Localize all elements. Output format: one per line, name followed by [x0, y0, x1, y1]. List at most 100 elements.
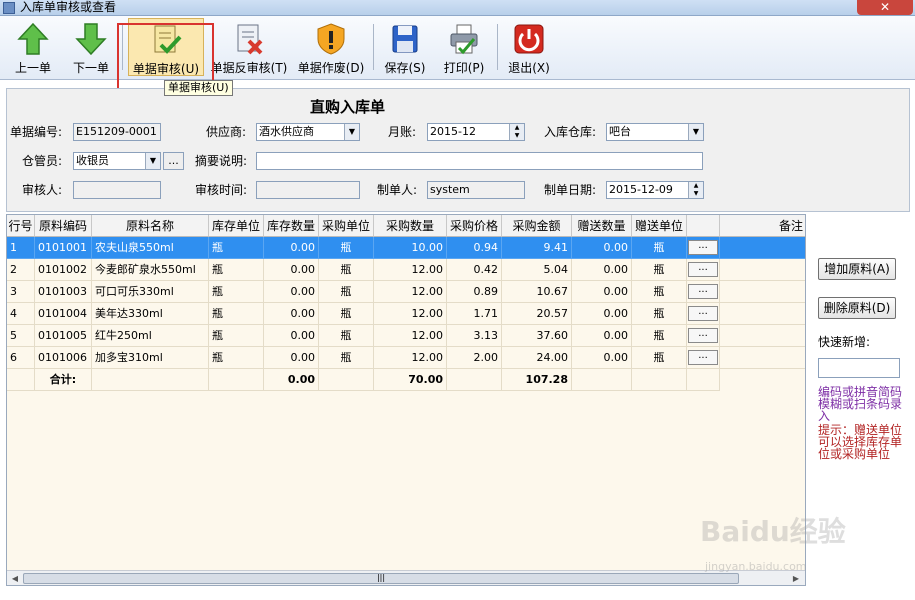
audit-time-field[interactable]: [256, 181, 360, 199]
price-cell[interactable]: 0.42: [447, 259, 502, 281]
close-button[interactable]: ✕: [857, 0, 913, 15]
name-cell[interactable]: 可口可乐330ml: [92, 281, 209, 303]
gift-unit-cell[interactable]: 瓶: [632, 347, 687, 369]
scroll-left-icon[interactable]: ◀: [8, 572, 22, 585]
purchase-qty-cell[interactable]: 12.00: [374, 281, 447, 303]
gift-qty-cell[interactable]: 0.00: [572, 347, 632, 369]
col-header-purchase-qty[interactable]: 采购数量: [374, 215, 447, 237]
stock-unit-cell[interactable]: 瓶: [209, 281, 264, 303]
col-header-amount[interactable]: 采购金额: [502, 215, 572, 237]
period-field[interactable]: 2015-12 ▲ ▼: [427, 123, 525, 141]
line-no-cell[interactable]: 2: [7, 259, 35, 281]
table-row[interactable]: 2 0101002 今麦郎矿泉水550ml 瓶 0.00 瓶 12.00 0.42 5.04 0.…: [7, 259, 805, 281]
table-row[interactable]: 1 0101001 农夫山泉550ml 瓶 0.00 瓶 10.00 0.94 9.41 0.00…: [7, 237, 805, 259]
name-cell[interactable]: 今麦郎矿泉水550ml: [92, 259, 209, 281]
price-cell[interactable]: 0.94: [447, 237, 502, 259]
gift-unit-cell[interactable]: 瓶: [632, 237, 687, 259]
line-no-cell[interactable]: 6: [7, 347, 35, 369]
creator-field[interactable]: system: [427, 181, 525, 199]
gift-qty-cell[interactable]: 0.00: [572, 281, 632, 303]
quick-add-input[interactable]: [818, 358, 900, 378]
purchase-unit-cell[interactable]: 瓶: [319, 281, 374, 303]
name-cell[interactable]: 农夫山泉550ml: [92, 237, 209, 259]
col-header-name[interactable]: 原料名称: [92, 215, 209, 237]
col-header-gift-qty[interactable]: 赠送数量: [572, 215, 632, 237]
col-header-gift-unit[interactable]: 赠送单位: [632, 215, 687, 237]
chevron-down-icon[interactable]: ▼: [344, 124, 359, 140]
row-more-button[interactable]: ...: [688, 284, 718, 299]
stock-unit-cell[interactable]: 瓶: [209, 347, 264, 369]
gift-qty-cell[interactable]: 0.00: [572, 303, 632, 325]
amount-cell[interactable]: 5.04: [502, 259, 572, 281]
gift-qty-cell[interactable]: 0.00: [572, 259, 632, 281]
auditor-field[interactable]: [73, 181, 161, 199]
col-header-line[interactable]: 行号: [7, 215, 35, 237]
row-more-button[interactable]: ...: [688, 306, 718, 321]
stock-unit-cell[interactable]: 瓶: [209, 259, 264, 281]
line-no-cell[interactable]: 1: [7, 237, 35, 259]
stock-qty-cell[interactable]: 0.00: [264, 237, 319, 259]
purchase-unit-cell[interactable]: 瓶: [319, 325, 374, 347]
code-cell[interactable]: 0101001: [35, 237, 92, 259]
purchase-qty-cell[interactable]: 10.00: [374, 237, 447, 259]
code-cell[interactable]: 0101006: [35, 347, 92, 369]
line-no-cell[interactable]: 3: [7, 281, 35, 303]
name-cell[interactable]: 红牛250ml: [92, 325, 209, 347]
purchase-qty-cell[interactable]: 12.00: [374, 259, 447, 281]
stock-unit-cell[interactable]: 瓶: [209, 303, 264, 325]
horizontal-scrollbar[interactable]: ◀ ||| ▶: [7, 570, 805, 585]
spin-arrows-icon[interactable]: ▲ ▼: [688, 182, 703, 198]
price-cell[interactable]: 0.89: [447, 281, 502, 303]
remark-cell[interactable]: [720, 325, 805, 347]
table-row[interactable]: 6 0101006 加多宝310ml 瓶 0.00 瓶 12.00 2.00 24.00 0.00…: [7, 347, 805, 369]
purchase-unit-cell[interactable]: 瓶: [319, 303, 374, 325]
supplier-select[interactable]: 酒水供应商 ▼: [256, 123, 360, 141]
keeper-more-button[interactable]: ...: [163, 152, 184, 170]
gift-unit-cell[interactable]: 瓶: [632, 281, 687, 303]
table-row[interactable]: 4 0101004 美年达330ml 瓶 0.00 瓶 12.00 1.71 20.57 0.00…: [7, 303, 805, 325]
action-cell[interactable]: ...: [687, 281, 720, 303]
unaudit-button[interactable]: 单据反审核(T): [210, 18, 288, 76]
gift-unit-cell[interactable]: 瓶: [632, 303, 687, 325]
col-header-remark[interactable]: 备注: [720, 215, 805, 237]
code-cell[interactable]: 0101004: [35, 303, 92, 325]
amount-cell[interactable]: 24.00: [502, 347, 572, 369]
line-no-cell[interactable]: 5: [7, 325, 35, 347]
col-header-stock-qty[interactable]: 库存数量: [264, 215, 319, 237]
name-cell[interactable]: 美年达330ml: [92, 303, 209, 325]
purchase-unit-cell[interactable]: 瓶: [319, 347, 374, 369]
chevron-down-icon[interactable]: ▼: [145, 153, 160, 169]
scroll-thumb[interactable]: |||: [23, 573, 739, 584]
col-header-price[interactable]: 采购价格: [447, 215, 502, 237]
code-cell[interactable]: 0101003: [35, 281, 92, 303]
purchase-unit-cell[interactable]: 瓶: [319, 259, 374, 281]
print-button[interactable]: 打印(P): [438, 18, 490, 76]
code-cell[interactable]: 0101005: [35, 325, 92, 347]
gift-unit-cell[interactable]: 瓶: [632, 259, 687, 281]
name-cell[interactable]: 加多宝310ml: [92, 347, 209, 369]
scroll-right-icon[interactable]: ▶: [789, 572, 803, 585]
add-material-button[interactable]: 增加原料(A): [818, 258, 896, 280]
stock-qty-cell[interactable]: 0.00: [264, 259, 319, 281]
amount-cell[interactable]: 37.60: [502, 325, 572, 347]
chevron-down-icon[interactable]: ▼: [688, 124, 703, 140]
next-button[interactable]: 下一单: [64, 18, 118, 76]
purchase-qty-cell[interactable]: 12.00: [374, 303, 447, 325]
col-header-stock-unit[interactable]: 库存单位: [209, 215, 264, 237]
price-cell[interactable]: 1.71: [447, 303, 502, 325]
gift-unit-cell[interactable]: 瓶: [632, 325, 687, 347]
code-cell[interactable]: 0101002: [35, 259, 92, 281]
stock-qty-cell[interactable]: 0.00: [264, 325, 319, 347]
remark-cell[interactable]: [720, 347, 805, 369]
spin-arrows-icon[interactable]: ▲ ▼: [509, 124, 524, 140]
purchase-qty-cell[interactable]: 12.00: [374, 325, 447, 347]
stock-qty-cell[interactable]: 0.00: [264, 347, 319, 369]
action-cell[interactable]: ...: [687, 259, 720, 281]
row-more-button[interactable]: ...: [688, 240, 718, 255]
line-no-cell[interactable]: 4: [7, 303, 35, 325]
amount-cell[interactable]: 10.67: [502, 281, 572, 303]
remark-cell[interactable]: [720, 237, 805, 259]
row-more-button[interactable]: ...: [688, 350, 718, 365]
gift-qty-cell[interactable]: 0.00: [572, 325, 632, 347]
col-header-purchase-unit[interactable]: 采购单位: [319, 215, 374, 237]
